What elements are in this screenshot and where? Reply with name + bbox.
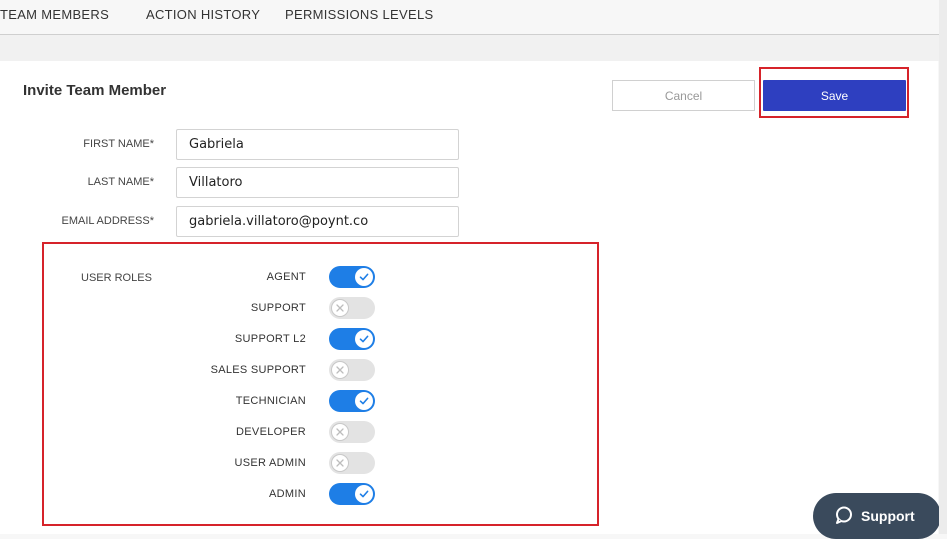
role-toggle[interactable] [329, 328, 375, 350]
x-icon [331, 423, 349, 441]
first-name-field[interactable]: Gabriela [176, 129, 459, 160]
role-label: AGENT [266, 271, 306, 283]
x-icon [331, 454, 349, 472]
last-name-field[interactable]: Villatoro [176, 167, 459, 198]
first-name-label: FIRST NAME* [83, 138, 154, 150]
role-label: SALES SUPPORT [210, 364, 306, 376]
role-toggle[interactable] [329, 297, 375, 319]
role-toggle[interactable] [329, 390, 375, 412]
email-field[interactable]: gabriela.villatoro@poynt.co [176, 206, 459, 237]
last-name-label: LAST NAME* [87, 176, 154, 188]
scrollbar-track[interactable] [939, 0, 947, 534]
role-toggle[interactable] [329, 266, 375, 288]
role-label: SUPPORT L2 [234, 333, 306, 345]
role-toggle[interactable] [329, 452, 375, 474]
role-label: SUPPORT [250, 302, 306, 314]
check-icon [355, 268, 373, 286]
email-label: EMAIL ADDRESS* [61, 215, 154, 227]
user-roles-highlight-box [42, 242, 599, 526]
role-label: USER ADMIN [234, 457, 306, 469]
x-icon [331, 299, 349, 317]
x-icon [331, 361, 349, 379]
role-label: ADMIN [269, 488, 306, 500]
check-icon [355, 392, 373, 410]
support-label: Support [861, 508, 915, 524]
check-icon [355, 485, 373, 503]
header-band [0, 35, 947, 61]
page-title: Invite Team Member [23, 82, 167, 99]
role-toggle[interactable] [329, 421, 375, 443]
top-navigation: TEAM MEMBERS ACTION HISTORY PERMISSIONS … [0, 0, 940, 35]
role-label: TECHNICIAN [235, 395, 306, 407]
chat-bubble-icon [835, 506, 853, 527]
check-icon [355, 330, 373, 348]
role-toggle[interactable] [329, 359, 375, 381]
tab-team-members[interactable]: TEAM MEMBERS [0, 7, 109, 22]
save-highlight-box [759, 67, 909, 118]
cancel-button[interactable]: Cancel [612, 80, 755, 111]
support-button[interactable]: Support [813, 493, 941, 539]
role-label: DEVELOPER [236, 426, 306, 438]
tab-permissions-levels[interactable]: PERMISSIONS LEVELS [285, 7, 433, 22]
tab-action-history[interactable]: ACTION HISTORY [146, 7, 260, 22]
role-toggle[interactable] [329, 483, 375, 505]
